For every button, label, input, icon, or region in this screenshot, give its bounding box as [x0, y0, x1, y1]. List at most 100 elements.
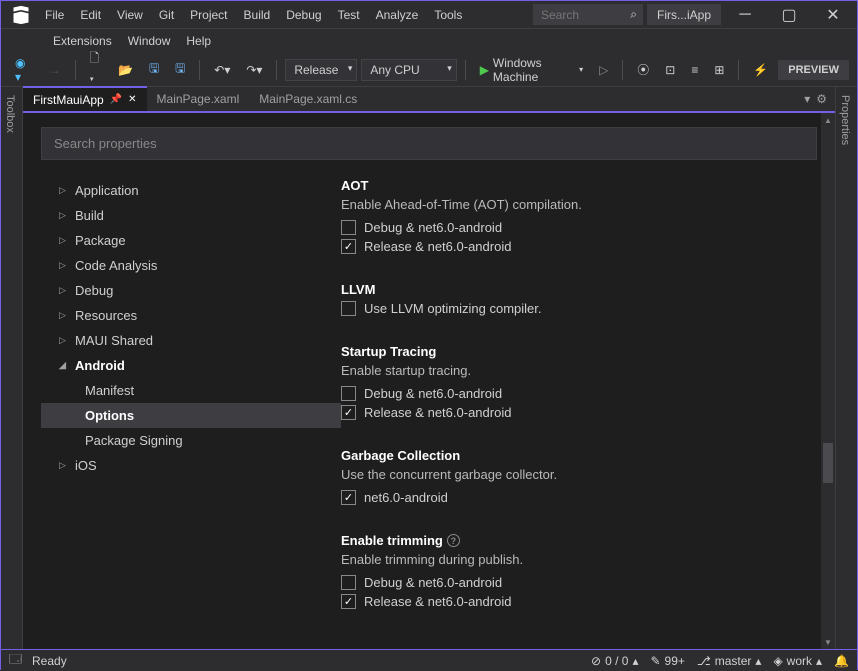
section-enable-trimming: Enable trimming?Enable trimming during p… [341, 533, 809, 609]
scrollbar-vertical[interactable]: ▲ ▼ [821, 113, 835, 649]
tree-item-options[interactable]: Options [41, 403, 341, 428]
start-without-debug-button[interactable]: ▷ [593, 59, 614, 81]
preview-badge[interactable]: PREVIEW [778, 60, 849, 80]
toolbar-icon-5[interactable]: ⚡ [747, 59, 774, 81]
section-desc: Enable trimming during publish. [341, 552, 809, 567]
save-button[interactable]: 🖫 [143, 55, 165, 84]
tree-item-build[interactable]: ▷Build [41, 203, 341, 228]
tree-item-code-analysis[interactable]: ▷Code Analysis [41, 253, 341, 278]
checkbox[interactable] [341, 386, 356, 401]
menu-build[interactable]: Build [236, 4, 279, 26]
section-title: Startup Tracing [341, 344, 809, 359]
menu-window[interactable]: Window [120, 30, 179, 52]
properties-tree: ▷Application▷Build▷Package▷Code Analysis… [41, 174, 341, 649]
checkbox[interactable] [341, 575, 356, 590]
toolbar-icon-1[interactable]: ⦿ [631, 57, 655, 82]
solution-selector[interactable]: Firs...iApp [647, 4, 721, 25]
tree-item-ios[interactable]: ▷iOS [41, 453, 341, 478]
doc-tab[interactable]: FirstMauiApp📌✕ [23, 86, 147, 111]
menu-test[interactable]: Test [330, 4, 368, 26]
checkbox[interactable] [341, 594, 356, 609]
output-icon[interactable]: 🗔 [9, 650, 22, 671]
notifications-icon[interactable]: 🔔 [834, 654, 849, 668]
config-selector[interactable]: Release [285, 59, 357, 81]
scroll-up-arrow[interactable]: ▲ [821, 113, 835, 127]
search-properties-input[interactable]: Search properties [41, 127, 817, 160]
open-button[interactable]: 📂 [112, 59, 139, 81]
menu-debug[interactable]: Debug [278, 4, 329, 26]
doc-tab[interactable]: MainPage.xaml.cs [249, 87, 367, 111]
checkbox[interactable] [341, 490, 356, 505]
checkbox[interactable] [341, 239, 356, 254]
checkbox[interactable] [341, 405, 356, 420]
pending-changes[interactable]: ✎ 99+ [650, 654, 684, 668]
search-icon: ⌕ [630, 7, 637, 22]
error-count[interactable]: ⊘ 0 / 0 ▴ [591, 654, 638, 668]
tree-item-manifest[interactable]: Manifest [41, 378, 341, 403]
doc-tab-label: MainPage.xaml [157, 92, 240, 106]
menu-tools[interactable]: Tools [426, 4, 470, 26]
checkbox-label: Release & net6.0-android [364, 239, 511, 254]
platform-selector[interactable]: Any CPU [361, 59, 456, 81]
repo-indicator[interactable]: ◈ work ▴ [773, 654, 822, 668]
menu-file[interactable]: File [37, 4, 72, 26]
tabs-overflow-icon[interactable]: ▾ [804, 92, 810, 106]
main-area: Toolbox FirstMauiApp📌✕MainPage.xamlMainP… [1, 87, 857, 649]
toolbar: ◉ ▾ → 🗋▾ 📂 🖫 🖫 ↶▾ ↷▾ Release Any CPU ▶Wi… [1, 53, 857, 87]
menu-analyze[interactable]: Analyze [368, 4, 427, 26]
tabs-settings-icon[interactable]: ⚙ [816, 92, 827, 106]
checkbox-row: Debug & net6.0-android [341, 575, 809, 590]
toolbar-icon-4[interactable]: ⊞ [708, 59, 730, 81]
maximize-button[interactable]: ▢ [769, 3, 809, 27]
toolbar-icon-3[interactable]: ≡ [685, 59, 704, 81]
help-icon[interactable]: ? [447, 534, 460, 547]
section-title: LLVM [341, 282, 809, 297]
scroll-down-arrow[interactable]: ▼ [821, 635, 835, 649]
tree-item-android[interactable]: ◢Android [41, 353, 341, 378]
tree-item-package[interactable]: ▷Package [41, 228, 341, 253]
tree-item-debug[interactable]: ▷Debug [41, 278, 341, 303]
titlebar-search[interactable] [533, 4, 643, 25]
menu-help[interactable]: Help [178, 30, 219, 52]
tree-item-maui-shared[interactable]: ▷MAUI Shared [41, 328, 341, 353]
tree-item-package-signing[interactable]: Package Signing [41, 428, 341, 453]
tree-item-label: Build [75, 208, 104, 223]
tree-arrow-icon: ◢ [59, 360, 69, 371]
minimize-button[interactable]: ─ [725, 3, 765, 27]
checkbox-label: Use LLVM optimizing compiler. [364, 301, 542, 316]
checkbox-label: net6.0-android [364, 490, 448, 505]
doc-tab[interactable]: MainPage.xaml [147, 87, 250, 111]
menu-extensions[interactable]: Extensions [45, 30, 120, 52]
settings-pane: AOTEnable Ahead-of-Time (AOT) compilatio… [341, 174, 817, 649]
close-tab-icon[interactable]: ✕ [128, 94, 136, 105]
menu-edit[interactable]: Edit [72, 4, 109, 26]
titlebar: FileEditViewGitProjectBuildDebugTestAnal… [1, 1, 857, 29]
tree-item-resources[interactable]: ▷Resources [41, 303, 341, 328]
scroll-thumb[interactable] [823, 443, 833, 483]
redo-button[interactable]: ↷▾ [240, 59, 268, 81]
properties-tab[interactable]: Properties [836, 87, 854, 153]
section-desc: Use the concurrent garbage collector. [341, 467, 809, 482]
checkbox[interactable] [341, 301, 356, 316]
pin-icon[interactable]: 📌 [110, 94, 122, 105]
menu-project[interactable]: Project [182, 4, 235, 26]
menubar: FileEditViewGitProjectBuildDebugTestAnal… [37, 4, 470, 26]
menubar-row2: ExtensionsWindowHelp [1, 29, 857, 53]
back-button[interactable]: ◉ ▾ [9, 52, 39, 88]
tree-item-application[interactable]: ▷Application [41, 178, 341, 203]
checkbox-label: Release & net6.0-android [364, 594, 511, 609]
undo-button[interactable]: ↶▾ [208, 59, 236, 81]
search-wrap: ⌕ [533, 4, 643, 25]
close-button[interactable]: ✕ [813, 3, 853, 27]
project-properties-panel: Search properties ▷Application▷Build▷Pac… [23, 113, 835, 649]
menu-view[interactable]: View [109, 4, 151, 26]
start-debug-button[interactable]: ▶Windows Machine▾ [474, 52, 589, 88]
checkbox[interactable] [341, 220, 356, 235]
toolbar-icon-2[interactable]: ⊡ [659, 59, 681, 81]
toolbox-tab[interactable]: Toolbox [1, 87, 19, 141]
forward-button[interactable]: → [43, 59, 67, 81]
branch-indicator[interactable]: ⎇ master ▴ [697, 654, 762, 668]
section-aot: AOTEnable Ahead-of-Time (AOT) compilatio… [341, 178, 809, 254]
save-all-button[interactable]: 🖫 [169, 55, 191, 84]
menu-git[interactable]: Git [151, 4, 182, 26]
